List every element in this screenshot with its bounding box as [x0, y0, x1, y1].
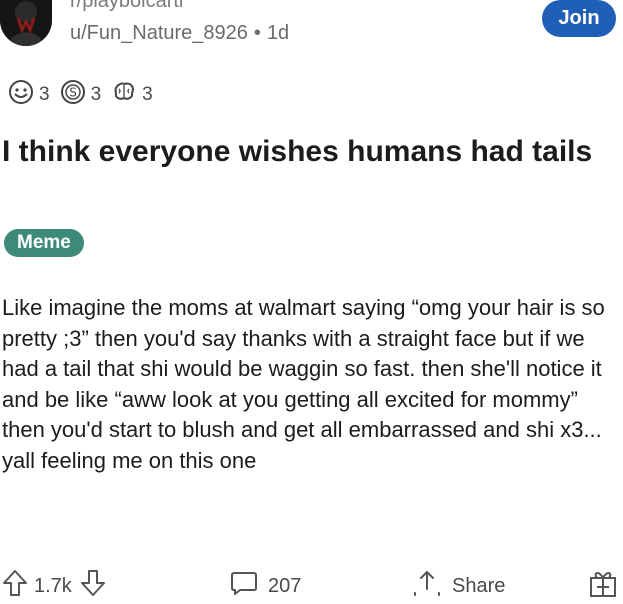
post-body: Like imagine the moms at walmart saying … [2, 295, 605, 473]
subreddit-name[interactable]: r/playboicarti [70, 0, 183, 13]
wholesome-award-icon [8, 79, 39, 111]
post-header: r/playboicarti u/Fun_Nature_8926 • 1d Join [0, 0, 623, 60]
award-item[interactable]: 3 [8, 79, 50, 111]
brain-award-icon [111, 79, 142, 111]
upvote-icon[interactable] [2, 569, 28, 603]
comment-icon [230, 570, 258, 602]
award-item[interactable]: 3 [111, 79, 153, 111]
comment-count: 207 [268, 574, 302, 597]
subreddit-avatar[interactable] [0, 0, 52, 46]
post-flair[interactable]: Meme [4, 229, 84, 257]
silver-coin-award-icon: S [60, 79, 91, 111]
share-button[interactable]: Share [412, 570, 505, 602]
author-username[interactable]: u/Fun_Nature_8926 [70, 22, 248, 44]
post-age: 1d [266, 22, 290, 44]
vote-group: 1.7k [2, 570, 106, 602]
share-icon [412, 569, 442, 603]
svg-text:S: S [69, 86, 77, 100]
award-count: 3 [39, 84, 50, 105]
action-bar: 1.7k 207 Share [0, 570, 623, 602]
post-title[interactable]: I think everyone wishes humans had tails [2, 133, 612, 171]
award-item[interactable]: S 3 [60, 79, 102, 111]
downvote-icon[interactable] [80, 569, 106, 603]
join-button[interactable]: Join [542, 0, 616, 37]
award-button[interactable] [588, 570, 618, 602]
share-label: Share [452, 574, 506, 597]
award-count: 3 [142, 84, 153, 105]
vote-score: 1.7k [34, 574, 72, 597]
comments-button[interactable]: 207 [230, 570, 301, 602]
award-count: 3 [90, 84, 102, 105]
post-meta: u/Fun_Nature_8926 • 1d [70, 22, 289, 45]
gift-icon [588, 568, 618, 604]
awards-bar[interactable]: 3 S 3 3 [8, 80, 163, 110]
meta-separator: • [253, 22, 261, 44]
